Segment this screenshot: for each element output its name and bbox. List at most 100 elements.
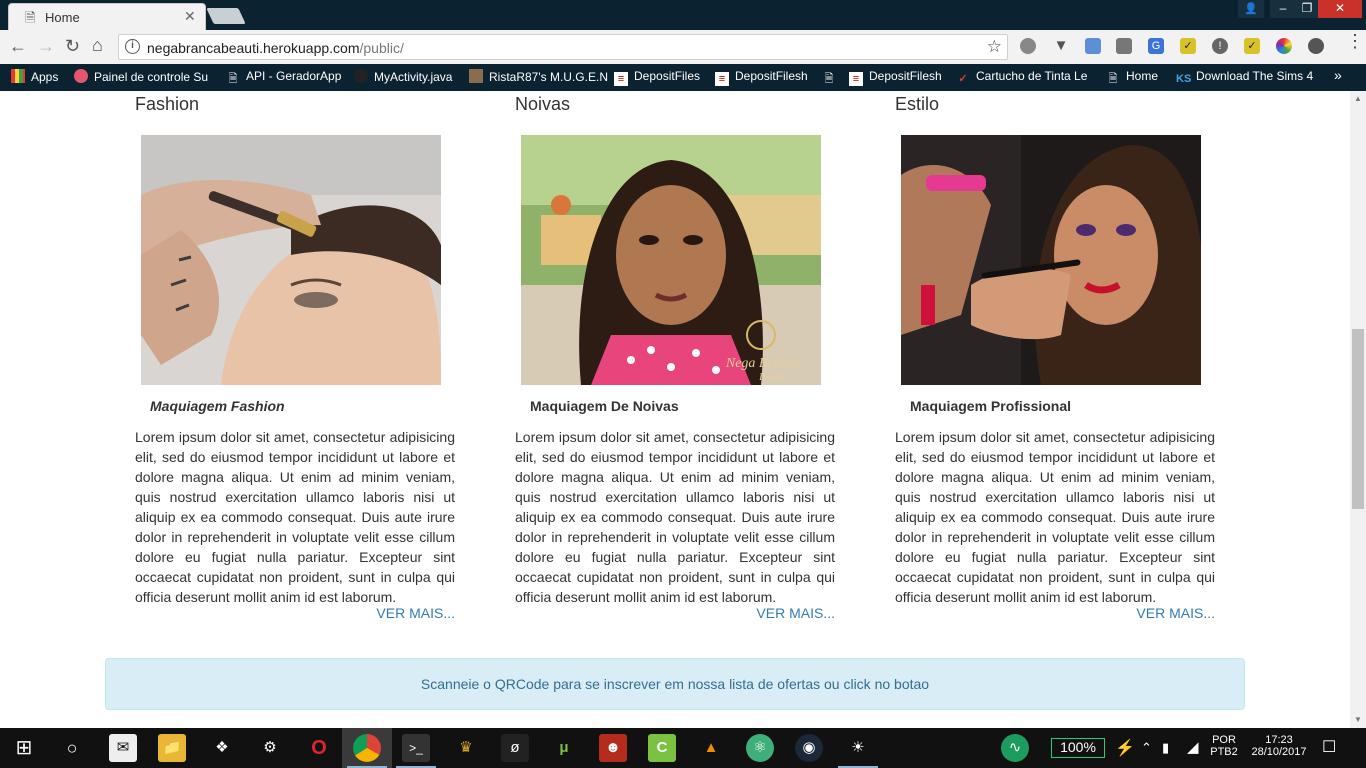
- card-subtitle: Maquiagem De Noivas: [530, 398, 679, 414]
- unity-icon[interactable]: ❖: [208, 734, 236, 762]
- translate-icon[interactable]: G: [1148, 38, 1164, 54]
- ver-mais-link[interactable]: VER MAIS...: [756, 605, 835, 621]
- activity-monitor-icon[interactable]: ∿: [1001, 734, 1029, 762]
- new-tab-button[interactable]: [206, 8, 246, 24]
- minimize-button[interactable]: –: [1270, 0, 1296, 18]
- vivaldi-extension-icon[interactable]: ▼: [1053, 38, 1069, 54]
- windows-start-icon[interactable]: ⊞: [10, 734, 38, 762]
- camtasia-icon[interactable]: C: [648, 734, 676, 762]
- bookmark-label: DepositFilesh: [735, 69, 808, 83]
- steam-icon[interactable]: ◉: [795, 734, 823, 762]
- cortana-search-icon[interactable]: ○: [58, 734, 86, 762]
- more-bookmarks-icon[interactable]: »: [1334, 67, 1342, 83]
- bookmark-item[interactable]: 🗎 Home: [1106, 69, 1158, 86]
- bookmark-item[interactable]: MyActivity.java: [354, 69, 452, 84]
- chevron-up-icon[interactable]: ⌃: [1141, 740, 1152, 756]
- bookmark-item[interactable]: ≡ DepositFilesh: [849, 69, 942, 86]
- bookmark-item[interactable]: ✓ Cartucho de Tinta Le: [956, 69, 1087, 86]
- apps-grid-icon: [11, 69, 25, 83]
- bookmark-label: Cartucho de Tinta Le: [976, 69, 1088, 83]
- menu-dots-icon[interactable]: ⋮: [1346, 32, 1364, 50]
- clock[interactable]: 17:23 28/10/2017: [1248, 734, 1310, 758]
- card-subtitle: Maquiagem Fashion: [150, 398, 285, 414]
- ver-mais-link[interactable]: VER MAIS...: [376, 605, 455, 621]
- home-icon[interactable]: ⌂: [92, 35, 103, 56]
- lang-code: POR: [1212, 734, 1236, 746]
- bridal-makeup-photo: Nega Branca Beauty: [521, 135, 821, 385]
- scroll-down-arrow-icon[interactable]: ▼: [1350, 712, 1366, 728]
- bookmarks-bar: Apps Painel de controle Su 🗎 API - Gerado…: [0, 64, 1366, 91]
- extension-icon[interactable]: [1020, 38, 1036, 54]
- forward-arrow-icon[interactable]: →: [37, 36, 55, 57]
- page-icon: 🗎: [228, 73, 238, 85]
- mail-icon[interactable]: ✉: [109, 734, 137, 762]
- card-heading: Estilo: [895, 94, 940, 114]
- info-icon[interactable]: i: [125, 39, 140, 54]
- bookmark-item[interactable]: KS Download The Sims 4: [1176, 69, 1313, 86]
- game-character-icon[interactable]: ♛: [452, 734, 480, 762]
- url-path: /public/: [359, 40, 404, 56]
- bookmark-item[interactable]: 🗎 API - GeradorApp: [226, 69, 342, 86]
- close-tab-icon[interactable]: ✕: [184, 8, 196, 25]
- file-explorer-icon[interactable]: 📁: [158, 734, 186, 762]
- restore-button[interactable]: ❐: [1296, 0, 1318, 18]
- battery-percentage[interactable]: 100%: [1051, 738, 1105, 758]
- bookmark-star-icon[interactable]: ☆: [987, 37, 1002, 57]
- ver-mais-link[interactable]: VER MAIS...: [1136, 605, 1215, 621]
- gamepad-icon[interactable]: ⚙: [256, 734, 284, 762]
- bookmark-item[interactable]: 🗎: [822, 69, 842, 86]
- bookmark-label: Apps: [31, 70, 59, 84]
- opera-icon[interactable]: O: [305, 734, 333, 762]
- extension-icon[interactable]: ✓: [1244, 38, 1260, 54]
- scroll-thumb[interactable]: [1352, 329, 1364, 509]
- depositfiles-icon: ≡: [849, 72, 863, 86]
- utorrent-icon[interactable]: μ: [550, 734, 578, 762]
- page-icon: 🗎: [824, 73, 834, 85]
- bookmark-item[interactable]: ≡ DepositFiles: [614, 69, 700, 86]
- color-picker-icon[interactable]: [1276, 38, 1292, 54]
- card-heading: Fashion: [135, 94, 200, 114]
- extension-icon[interactable]: [1308, 38, 1324, 54]
- bookmark-apps[interactable]: Apps: [11, 69, 58, 84]
- bookmark-label: Home: [1126, 69, 1159, 83]
- power-plug-icon[interactable]: ⚡: [1115, 738, 1135, 758]
- url-host: negabrancabeauti.herokuapp.com: [147, 40, 360, 56]
- page-scrollbar[interactable]: ▲ ▼: [1350, 91, 1366, 728]
- profile-icon[interactable]: 👤: [1238, 0, 1264, 18]
- game-icon[interactable]: ☻: [599, 734, 627, 762]
- bookmark-label: RistaR87's M.U.G.E.N: [489, 70, 608, 84]
- battery-icon[interactable]: ▮: [1162, 740, 1169, 756]
- bookmark-label: DepositFilesh: [869, 69, 942, 83]
- bookmark-label: Painel de controle Su: [94, 70, 209, 84]
- close-window-button[interactable]: ✕: [1318, 0, 1362, 18]
- atom-icon[interactable]: ⚛: [746, 734, 774, 762]
- address-bar[interactable]: i negabrancabeauti.herokuapp.com/public/…: [118, 34, 1008, 60]
- bookmark-item[interactable]: Painel de controle Su: [74, 69, 208, 84]
- tab-home[interactable]: 🗎 Home ✕: [8, 3, 206, 30]
- app-icon[interactable]: ø: [501, 734, 529, 762]
- chrome-icon[interactable]: [353, 734, 381, 762]
- browser-titlebar: 🗎 Home ✕ 👤 – ❐ ✕: [0, 0, 1366, 30]
- reload-icon[interactable]: ↻: [65, 36, 80, 57]
- wifi-icon[interactable]: ◢: [1187, 738, 1199, 756]
- bookmark-item[interactable]: ≡ DepositFilesh: [715, 69, 808, 86]
- language-indicator[interactable]: POR PTB2: [1208, 734, 1240, 758]
- watermark-text: Beauty: [759, 372, 787, 383]
- back-arrow-icon[interactable]: ←: [9, 36, 27, 57]
- url-text[interactable]: negabrancabeauti.herokuapp.com/public/: [147, 40, 404, 56]
- extension-icon[interactable]: ✓: [1180, 38, 1196, 54]
- scroll-up-arrow-icon[interactable]: ▲: [1350, 91, 1366, 107]
- vlc-icon[interactable]: ▲: [697, 734, 725, 762]
- notifications-icon[interactable]: ☐: [1322, 737, 1336, 757]
- ks-icon: KS: [1176, 73, 1192, 85]
- watermark-text: Nega Branca: [725, 356, 800, 371]
- gimp-icon[interactable]: ☀: [844, 734, 872, 762]
- extension-icon[interactable]: [1085, 38, 1101, 54]
- extension-icon[interactable]: [1116, 38, 1132, 54]
- page-viewport: Fashion Maquiagem Fashion Lorem ipsum do…: [0, 91, 1350, 728]
- extension-icon[interactable]: !: [1212, 38, 1228, 54]
- bookmark-item[interactable]: RistaR87's M.U.G.E.N: [469, 69, 608, 84]
- card-description: Lorem ipsum dolor sit amet, consectetur …: [135, 429, 455, 605]
- fashion-makeup-photo: [141, 135, 441, 385]
- terminal-icon[interactable]: >_: [402, 734, 430, 762]
